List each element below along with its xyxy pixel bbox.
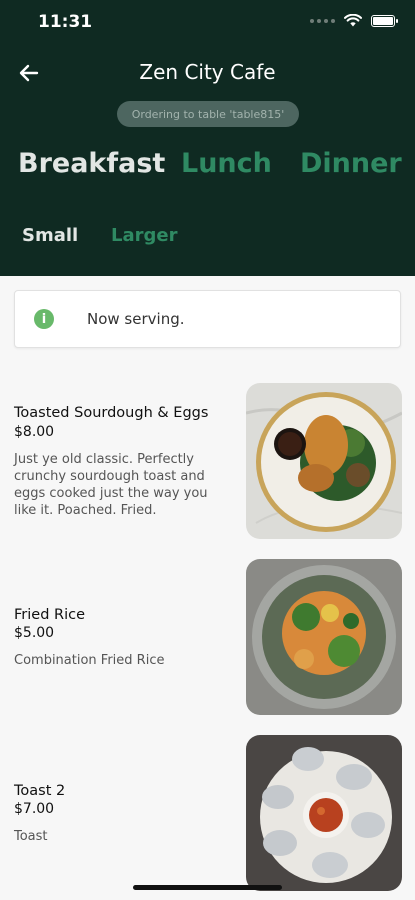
signal-icon [310, 18, 335, 23]
item-photo [246, 735, 402, 891]
table-badge: Ordering to table 'table815' [117, 101, 299, 127]
item-name: Toast 2 [14, 783, 66, 799]
tab-lunch[interactable]: Lunch [181, 148, 272, 179]
item-description: Just ye old classic. Perfectly crunchy s… [14, 452, 208, 518]
now-serving-banner: i Now serving. [14, 290, 401, 348]
tab-larger[interactable]: Larger [111, 225, 177, 246]
item-description: Toast [14, 829, 48, 844]
tab-dinner[interactable]: Dinner [300, 148, 402, 179]
item-price: $5.00 [14, 625, 55, 641]
item-description: Combination Fried Rice [14, 653, 165, 668]
home-indicator [133, 885, 282, 890]
info-icon: i [34, 309, 54, 329]
item-photo [246, 383, 402, 539]
menu-item-toast-2[interactable]: Toast 2 $7.00 Toast [0, 735, 415, 891]
item-photo [246, 559, 402, 715]
item-price: $8.00 [14, 424, 55, 440]
menu-item-fried-rice[interactable]: Fried Rice $5.00 Combination Fried Rice [0, 559, 415, 715]
battery-icon [371, 14, 398, 27]
item-name: Fried Rice [14, 607, 86, 623]
banner-text: Now serving. [87, 310, 185, 328]
app-header: 11:31 Zen City Cafe Ordering to table 't… [0, 0, 415, 276]
tab-breakfast[interactable]: Breakfast [18, 148, 165, 179]
status-icons [310, 14, 398, 27]
menu-item-toasted-sourdough[interactable]: Toasted Sourdough & Eggs $8.00 Just ye o… [0, 383, 415, 539]
tab-small[interactable]: Small [22, 225, 78, 246]
item-name: Toasted Sourdough & Eggs [14, 405, 209, 421]
page-title: Zen City Cafe [139, 60, 276, 84]
status-time: 11:31 [38, 12, 93, 32]
item-price: $7.00 [14, 801, 55, 817]
wifi-icon [344, 14, 362, 27]
